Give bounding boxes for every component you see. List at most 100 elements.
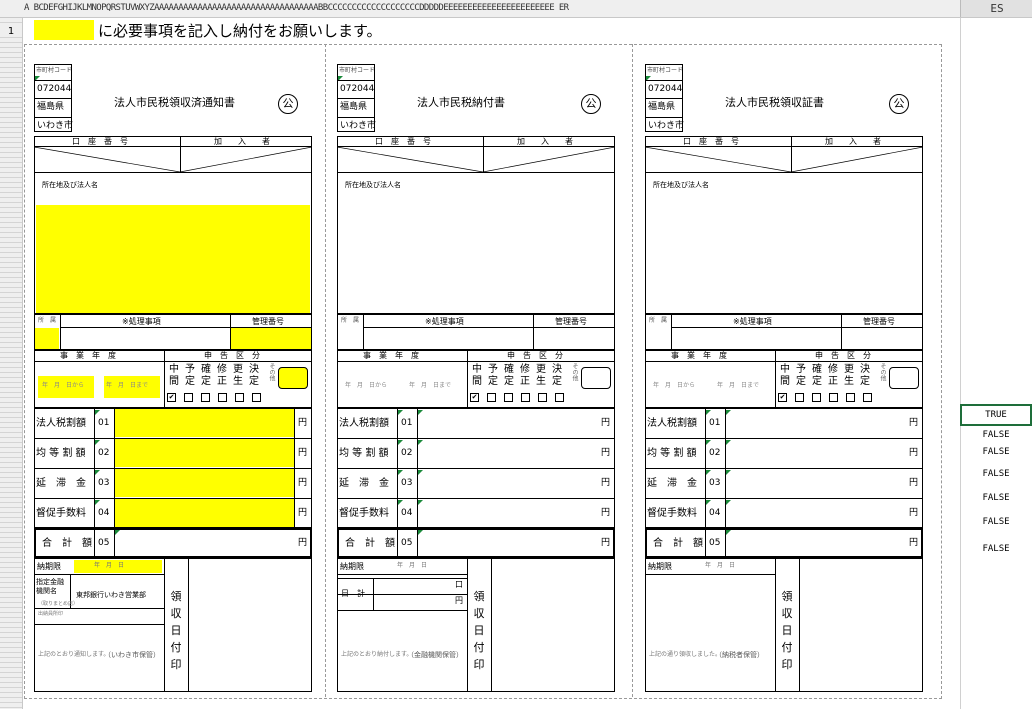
- amount-yen: 円: [298, 508, 308, 518]
- municipality-code[interactable]: 072044: [648, 85, 682, 94]
- checkbox-final[interactable]: [812, 393, 821, 402]
- filing-type-options: 中間予 定確 定修 正更 生決定: [166, 364, 266, 388]
- row-number-1[interactable]: 1: [0, 26, 22, 37]
- management-number-label: 管理番号: [252, 317, 284, 326]
- rule: [94, 528, 95, 558]
- other-input[interactable]: [278, 367, 308, 389]
- filing-type-option: 更生: [233, 364, 243, 387]
- rule: [337, 610, 467, 611]
- address-input[interactable]: [36, 205, 310, 313]
- checkbox-amended[interactable]: [829, 393, 838, 402]
- municipality-code[interactable]: 072044: [340, 85, 374, 94]
- deadline-value: 年 月 日: [705, 562, 736, 569]
- rule: [645, 361, 923, 362]
- checkbox-estimated[interactable]: [184, 393, 193, 402]
- filing-type-option: 修正: [217, 364, 227, 387]
- form-title: 法人市民税領収済通知書: [114, 96, 235, 109]
- filing-type-option: 確定: [812, 364, 822, 387]
- total-amount-input[interactable]: [727, 530, 905, 556]
- footer-keeper: （納税者保管）: [715, 651, 764, 659]
- amount-input[interactable]: [726, 469, 905, 497]
- amount-input[interactable]: [418, 469, 597, 497]
- shozoku-input[interactable]: [338, 328, 362, 349]
- checkbox-decided[interactable]: [252, 393, 261, 402]
- checkbox-amended[interactable]: [218, 393, 227, 402]
- daily-total-label: 日 計: [341, 589, 365, 598]
- shozoku-input[interactable]: [646, 328, 670, 349]
- total-number: 05: [98, 538, 110, 548]
- checkbox-interim[interactable]: ✔: [778, 393, 787, 402]
- processing-label: ※処理事項: [122, 317, 161, 326]
- corner-mark: [95, 500, 100, 505]
- amount-input[interactable]: [115, 469, 294, 497]
- total-yen: 円: [601, 538, 611, 548]
- bool-cell[interactable]: FALSE: [960, 544, 1032, 554]
- amount-input[interactable]: [726, 409, 905, 437]
- instruction-highlight[interactable]: [34, 20, 94, 40]
- bool-cell-selected[interactable]: TRUE: [960, 404, 1032, 426]
- checkbox-estimated[interactable]: [795, 393, 804, 402]
- filing-type-option: 中間: [472, 364, 482, 387]
- checkbox-corrected[interactable]: [235, 393, 244, 402]
- checkbox-corrected[interactable]: [846, 393, 855, 402]
- rule: [799, 558, 800, 692]
- official-seal-icon: 公: [581, 94, 601, 114]
- bool-cell[interactable]: FALSE: [960, 430, 1032, 440]
- checkbox-amended[interactable]: [521, 393, 530, 402]
- checkbox-decided[interactable]: [863, 393, 872, 402]
- rule: [775, 350, 776, 408]
- amount-input[interactable]: [418, 409, 597, 437]
- amount-number: 01: [98, 418, 110, 428]
- rule: [645, 80, 683, 81]
- checkbox-decided[interactable]: [555, 393, 564, 402]
- rule: [397, 528, 398, 558]
- account-diagonals: [645, 147, 923, 172]
- receipt-stamp-area[interactable]: [190, 560, 310, 690]
- amount-yen: 円: [298, 478, 308, 488]
- row-header: 1: [0, 18, 23, 709]
- rule: [373, 578, 374, 610]
- filing-type-label: 申 告 区 分: [204, 351, 260, 360]
- address-input[interactable]: [339, 205, 613, 313]
- checkbox-interim[interactable]: ✔: [167, 393, 176, 402]
- bool-cell[interactable]: FALSE: [960, 493, 1032, 503]
- amount-input[interactable]: [115, 499, 294, 527]
- rule: [337, 578, 467, 579]
- amount-input[interactable]: [115, 439, 294, 467]
- checkbox-corrected[interactable]: [538, 393, 547, 402]
- amount-yen: 円: [909, 508, 919, 518]
- total-amount-input[interactable]: [419, 530, 597, 556]
- address-input[interactable]: [647, 205, 921, 313]
- amount-input[interactable]: [418, 439, 597, 467]
- checkbox-estimated[interactable]: [487, 393, 496, 402]
- total-label: 合 計 額: [345, 538, 395, 549]
- checkbox-interim[interactable]: ✔: [470, 393, 479, 402]
- receipt-stamp-area[interactable]: [493, 560, 613, 690]
- bool-cell[interactable]: FALSE: [960, 517, 1032, 527]
- shozoku-input[interactable]: [35, 328, 59, 349]
- amount-label: 延 滞 金: [339, 478, 389, 489]
- rule: [34, 574, 164, 575]
- management-number-input[interactable]: [534, 328, 614, 349]
- management-number-input[interactable]: [842, 328, 922, 349]
- amount-input[interactable]: [726, 439, 905, 467]
- other-input[interactable]: [889, 367, 919, 389]
- column-es-header[interactable]: ES: [960, 0, 1032, 17]
- bool-cell[interactable]: FALSE: [960, 447, 1032, 457]
- corner-mark: [706, 410, 711, 415]
- filing-type-label: 申 告 区 分: [815, 351, 871, 360]
- amount-yen: 円: [298, 418, 308, 428]
- checkbox-final[interactable]: [504, 393, 513, 402]
- amount-input[interactable]: [418, 499, 597, 527]
- receipt-stamp-area[interactable]: [801, 560, 921, 690]
- municipality-code[interactable]: 072044: [37, 85, 71, 94]
- checkbox-final[interactable]: [201, 393, 210, 402]
- rule: [34, 608, 164, 609]
- amount-input[interactable]: [726, 499, 905, 527]
- deadline-label: 納期限: [37, 562, 61, 571]
- total-amount-input[interactable]: [116, 530, 294, 556]
- amount-input[interactable]: [115, 409, 294, 437]
- other-input[interactable]: [581, 367, 611, 389]
- bool-cell[interactable]: FALSE: [960, 469, 1032, 479]
- management-number-input[interactable]: [231, 328, 311, 349]
